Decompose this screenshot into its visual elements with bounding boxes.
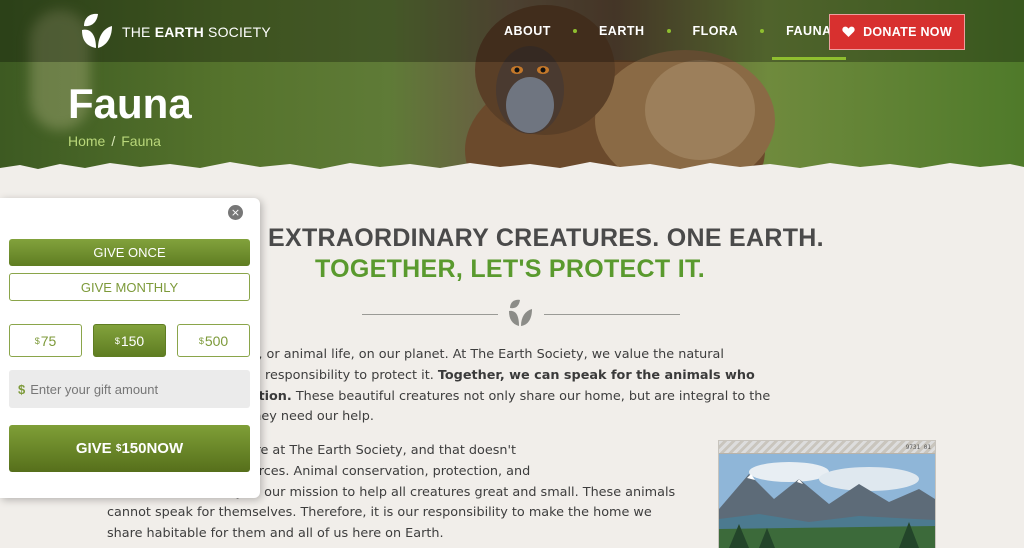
breadcrumb-current: Fauna bbox=[121, 133, 161, 149]
donate-label: DONATE NOW bbox=[863, 25, 952, 39]
amount-option-500[interactable]: $500 bbox=[177, 324, 250, 357]
leaf-divider bbox=[362, 298, 680, 330]
landscape-photo: 9731 01 bbox=[718, 440, 936, 548]
breadcrumb: Home / Fauna bbox=[68, 133, 161, 149]
photo-frame-bar: 9731 01 bbox=[719, 441, 935, 454]
mountain-lake-image bbox=[719, 454, 935, 548]
currency-symbol: $ bbox=[18, 381, 26, 397]
breadcrumb-separator: / bbox=[111, 133, 116, 149]
gift-amount-input[interactable] bbox=[30, 381, 241, 397]
brand-name: THE EARTH SOCIETY bbox=[122, 24, 271, 40]
gift-amount-field[interactable]: $ bbox=[9, 370, 250, 408]
page-title: Fauna bbox=[68, 80, 192, 127]
nav-item-flora[interactable]: FLORA bbox=[679, 22, 753, 60]
donate-button[interactable]: DONATE NOW bbox=[829, 14, 965, 50]
close-icon[interactable]: × bbox=[228, 205, 243, 220]
leaf-icon bbox=[509, 299, 532, 326]
main-nav: ABOUT EARTH FLORA FAUNA bbox=[490, 22, 846, 60]
nav-separator-dot bbox=[572, 29, 577, 33]
amount-option-75[interactable]: $75 bbox=[9, 324, 82, 357]
breadcrumb-home[interactable]: Home bbox=[68, 133, 105, 149]
give-now-button[interactable]: GIVE $150 NOW bbox=[9, 425, 250, 472]
leaf-logo-icon bbox=[82, 13, 112, 48]
nav-item-earth[interactable]: EARTH bbox=[585, 22, 659, 60]
nav-separator-dot bbox=[666, 29, 671, 33]
heart-icon bbox=[842, 26, 855, 37]
give-once-button[interactable]: GIVE ONCE bbox=[9, 239, 250, 266]
section-headline: EXTRAORDINARY CREATURES. ONE EARTH. bbox=[268, 224, 824, 252]
site-logo[interactable]: THE EARTH SOCIETY bbox=[78, 12, 271, 52]
give-monthly-button[interactable]: GIVE MONTHLY bbox=[9, 273, 250, 301]
nav-item-about[interactable]: ABOUT bbox=[490, 22, 565, 60]
nav-separator-dot bbox=[760, 29, 765, 33]
donation-widget: × GIVE ONCE GIVE MONTHLY $75 $150 $500 $… bbox=[0, 198, 260, 498]
amount-option-150[interactable]: $150 bbox=[93, 324, 166, 357]
torn-paper-edge bbox=[0, 162, 1024, 175]
section-subhead: TOGETHER, LET'S PROTECT IT. bbox=[315, 255, 705, 283]
